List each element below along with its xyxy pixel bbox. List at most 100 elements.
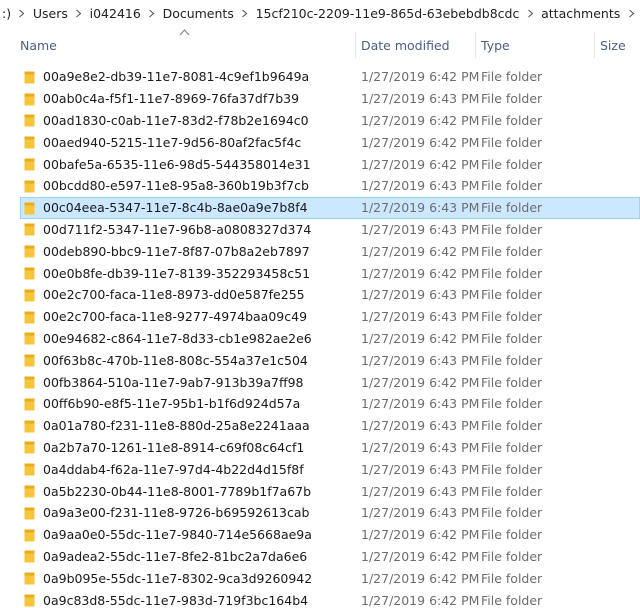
date-modified: 1/27/2019 6:43 PM [361,287,480,303]
chevron-right-icon[interactable] [13,9,31,18]
list-item[interactable]: 00f63b8c-470b-11e8-808c-554a37e1c504 1/27… [0,349,640,371]
file-type: File folder [481,548,543,564]
breadcrumb-item[interactable]: i042416 [88,6,143,21]
file-name: 00e2c700-faca-11e8-8973-dd0e587fe255 [43,287,305,303]
file-type: File folder [481,570,543,586]
list-item[interactable]: 00ff6b90-e8f5-11e7-95b1-b1f6d924d57a 1/27… [0,393,640,415]
file-name: 0a9a3e00-f231-11e8-9726-b69592613cab [43,505,310,521]
list-item[interactable]: 0a2b7a70-1261-11e8-8914-c69f08c64cf1 1/27… [0,437,640,459]
chevron-right-icon[interactable] [521,9,539,18]
breadcrumb-item[interactable]: attachments [539,6,622,21]
list-item[interactable]: 0a9aa0e0-55dc-11e7-9840-714e5668ae9a 1/27… [0,524,640,546]
list-item[interactable]: 00bafe5a-6535-11e6-98d5-544358014e31 1/27… [0,153,640,175]
file-type: File folder [481,505,543,521]
file-name: 0a9aa0e0-55dc-11e7-9840-714e5668ae9a [43,527,312,543]
date-modified: 1/27/2019 6:42 PM [361,156,480,172]
file-name: 00ad1830-c0ab-11e7-83d2-f78b2e1694c0 [43,112,309,128]
file-name: 00e94682-c864-11e7-8d33-cb1e982ae2e6 [43,330,312,346]
date-modified: 1/27/2019 6:42 PM [361,134,480,150]
breadcrumb-item[interactable]: :) [0,6,13,21]
chevron-right-icon[interactable] [143,9,161,18]
chevron-right-icon[interactable] [236,9,254,18]
list-item[interactable]: 00c04eea-5347-11e7-8c4b-8ae0a9e7b8f4 1/27… [0,196,640,219]
file-type: File folder [481,287,543,303]
folder-icon [24,524,38,546]
list-item[interactable]: 00e94682-c864-11e7-8d33-cb1e982ae2e6 1/27… [0,328,640,350]
file-type: File folder [481,374,543,390]
date-modified: 1/27/2019 6:43 PM [361,483,480,499]
column-header-name[interactable]: Name [14,30,355,60]
column-header-row: Name Date modified Type Size [0,29,640,60]
folder-icon [24,88,38,110]
list-item[interactable]: 00bcdd80-e597-11e8-95a8-360b19b3f7cb 1/27… [0,175,640,197]
file-name: 00bafe5a-6535-11e6-98d5-544358014e31 [43,156,311,172]
list-item[interactable]: 0a01a780-f231-11e8-880d-25a8e2241aaa 1/27… [0,415,640,437]
file-type: File folder [481,309,543,325]
file-name: 00ab0c4a-f5f1-11e7-8969-76fa37df7b39 [43,91,300,107]
column-header-date-modified[interactable]: Date modified [355,30,475,60]
file-type: File folder [481,178,543,194]
date-modified: 1/27/2019 6:43 PM [361,396,480,412]
date-modified: 1/27/2019 6:43 PM [361,200,480,216]
list-item[interactable]: 00fb3864-510a-11e7-9ab7-913b39a7ff98 1/27… [0,371,640,393]
file-type: File folder [481,243,543,259]
date-modified: 1/27/2019 6:43 PM [361,461,480,477]
list-item[interactable]: 0a9a3e00-f231-11e8-9726-b69592613cab 1/27… [0,502,640,524]
folder-icon [24,219,38,241]
list-item[interactable]: 0a5b2230-0b44-11e8-8001-7789b1f7a67b 1/27… [0,480,640,502]
file-type: File folder [481,330,543,346]
folder-icon [24,306,38,328]
list-item[interactable]: 00aed940-5215-11e7-9d56-80af2fac5f4c 1/27… [0,131,640,153]
list-item[interactable]: 00e0b8fe-db39-11e7-8139-352293458c51 1/27… [0,262,640,284]
file-name: 00aed940-5215-11e7-9d56-80af2fac5f4c [43,134,302,150]
list-item[interactable]: 0a9adea2-55dc-11e7-8fe2-81bc2a7da6e6 1/27… [0,546,640,568]
column-header-type[interactable]: Type [475,30,594,60]
date-modified: 1/27/2019 6:43 PM [361,418,480,434]
folder-icon [24,502,38,524]
folder-icon [24,415,38,437]
folder-icon [24,567,38,589]
list-item[interactable]: 00a9e8e2-db39-11e7-8081-4c9ef1b9649a 1/27… [0,66,640,88]
file-name: 0a2b7a70-1261-11e8-8914-c69f08c64cf1 [43,439,305,455]
file-type: File folder [481,112,543,128]
file-name: 0a9adea2-55dc-11e7-8fe2-81bc2a7da6e6 [43,548,308,564]
folder-icon [24,328,38,350]
breadcrumb-item[interactable]: 15cf210c-2209-11e9-865d-63ebebdb8cdc [254,6,522,21]
date-modified: 1/27/2019 6:43 PM [361,309,480,325]
file-name: 00deb890-bbc9-11e7-8f87-07b8a2eb7897 [43,243,310,259]
folder-icon [24,589,38,608]
folder-icon [24,153,38,175]
file-type: File folder [481,527,543,543]
chevron-right-icon[interactable] [622,9,640,18]
folder-icon [24,546,38,568]
list-item[interactable]: 00d711f2-5347-11e7-96b8-a0808327d374 1/27… [0,219,640,241]
file-name: 00fb3864-510a-11e7-9ab7-913b39a7ff98 [43,374,304,390]
file-name: 00f63b8c-470b-11e8-808c-554a37e1c504 [43,352,308,368]
file-type: File folder [481,221,543,237]
file-name: 00d711f2-5347-11e7-96b8-a0808327d374 [43,221,312,237]
folder-icon [24,131,38,153]
list-item[interactable]: 0a4ddab4-f62a-11e7-97d4-4b22d4d15f8f 1/27… [0,458,640,480]
breadcrumb-item[interactable]: Documents [161,6,236,21]
folder-icon [24,262,38,284]
list-item[interactable]: 0a9c83d8-55dc-11e7-983d-719f3bc164b4 1/27… [0,589,640,608]
chevron-right-icon[interactable] [70,9,88,18]
date-modified: 1/27/2019 6:43 PM [361,352,480,368]
list-item[interactable]: 0a9b095e-55dc-11e7-8302-9ca3d9260942 1/27… [0,567,640,589]
file-type: File folder [481,396,543,412]
file-name: 00bcdd80-e597-11e8-95a8-360b19b3f7cb [43,178,309,194]
list-item[interactable]: 00e2c700-faca-11e8-8973-dd0e587fe255 1/27… [0,284,640,306]
file-type: File folder [481,352,543,368]
list-item[interactable]: 00ab0c4a-f5f1-11e7-8969-76fa37df7b39 1/27… [0,88,640,110]
list-item[interactable]: 00deb890-bbc9-11e7-8f87-07b8a2eb7897 1/27… [0,240,640,262]
breadcrumb-item[interactable]: Users [31,6,70,21]
column-header-size[interactable]: Size [594,30,640,60]
folder-icon [24,66,38,88]
date-modified: 1/27/2019 6:42 PM [361,69,480,85]
list-item[interactable]: 00e2c700-faca-11e8-9277-4974baa09c49 1/27… [0,306,640,328]
list-item[interactable]: 00ad1830-c0ab-11e7-83d2-f78b2e1694c0 1/27… [0,110,640,132]
file-name: 0a4ddab4-f62a-11e7-97d4-4b22d4d15f8f [43,461,304,477]
date-modified: 1/27/2019 6:42 PM [361,570,480,586]
folder-icon [24,240,38,262]
folder-icon [24,284,38,306]
